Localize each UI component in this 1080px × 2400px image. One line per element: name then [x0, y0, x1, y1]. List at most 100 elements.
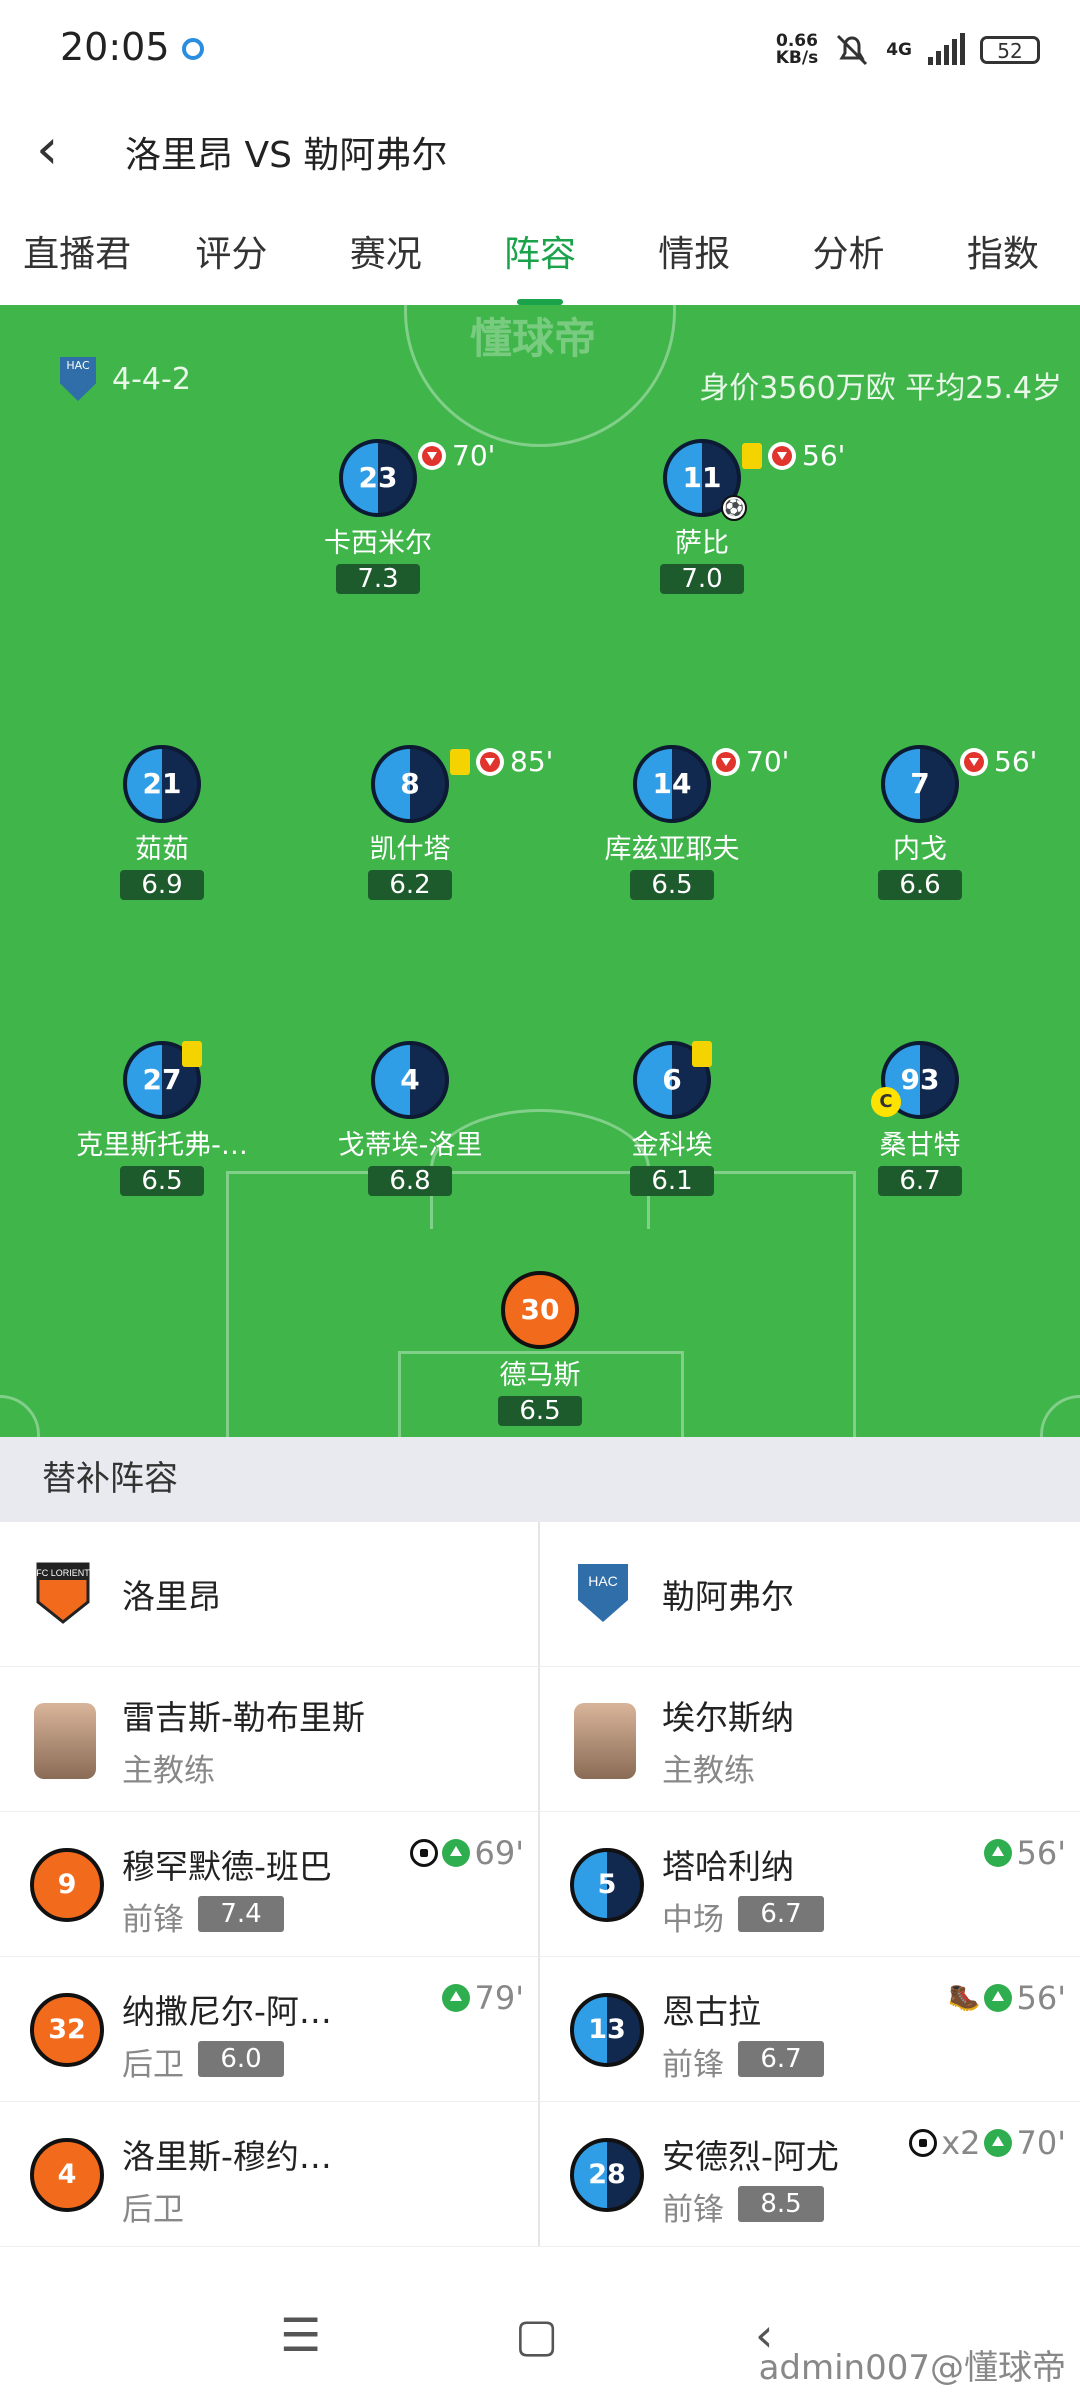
home-coach[interactable]: 雷吉斯-勒布里斯 主教练	[0, 1667, 540, 1811]
yellow-card-icon	[182, 1041, 202, 1067]
player-card[interactable]: 30 德马斯 6.5	[420, 1271, 660, 1426]
team-name: 勒阿弗尔	[662, 1577, 794, 1616]
lorient-logo-icon: FC LORIENT	[36, 1562, 90, 1624]
player-number-text: 93	[900, 1063, 940, 1096]
player-number-text: 23	[358, 461, 398, 494]
event-minute: 56'	[802, 439, 846, 472]
player-card[interactable]: 14 70' 库兹亚耶夫 6.5	[552, 745, 792, 900]
sub-player[interactable]: 4 洛里斯-穆约… 后卫	[0, 2102, 540, 2246]
sub-player[interactable]: 5 塔哈利纳 中场 6.7 56'	[540, 1812, 1080, 1956]
player-number: 4	[371, 1041, 449, 1119]
sub-out-icon	[476, 747, 504, 776]
player-number-text: 7	[910, 767, 930, 800]
player-number-text: 21	[142, 767, 182, 800]
goal-count: x2	[941, 2124, 981, 2162]
coach-role: 主教练	[122, 1753, 215, 1789]
player-card[interactable]: 27 克里斯托弗-… 6.5	[42, 1041, 282, 1196]
sub-position: 后卫	[122, 2047, 184, 2083]
tab-analysis[interactable]: 分析	[771, 205, 925, 305]
player-name: 茹茹	[135, 834, 189, 865]
sub-player[interactable]: 13 恩古拉 前锋 6.7 🥾 56'	[540, 1957, 1080, 2101]
player-name: 桑甘特	[879, 1130, 961, 1161]
coach-avatar	[574, 1703, 636, 1779]
tab-bar: 直播君 评分 赛况 阵容 情报 分析 指数	[0, 205, 1080, 305]
corner-arc-left	[0, 1395, 40, 1437]
player-card[interactable]: 4 戈蒂埃-洛里 6.8	[290, 1041, 530, 1196]
player-rating: 6.7	[878, 1166, 962, 1196]
sub-minute: 79'	[474, 1979, 524, 2017]
away-team[interactable]: HAC 勒阿弗尔	[540, 1522, 1080, 1666]
player-name: 戈蒂埃-洛里	[337, 1130, 483, 1161]
sub-rating: 6.7	[738, 2041, 824, 2077]
sub-minute: 56'	[1016, 1979, 1066, 2017]
home-team[interactable]: FC LORIENT 洛里昂	[0, 1522, 540, 1666]
player-card[interactable]: 6 金科埃 6.1	[552, 1041, 792, 1196]
sub-in-icon	[984, 1984, 1013, 2012]
player-number-text: 6	[662, 1063, 682, 1096]
sub-minute: 56'	[1016, 1834, 1066, 1872]
tab-live[interactable]: 直播君	[0, 205, 154, 305]
corner-arc-right	[1040, 1395, 1080, 1437]
sub-name: 洛里斯-穆约…	[122, 2137, 332, 2176]
sub-name: 纳撒尼尔-阿…	[122, 1992, 332, 2031]
net-speed-unit: KB/s	[775, 48, 819, 68]
sub-name: 安德烈-阿尤	[662, 2137, 839, 2176]
tab-rating[interactable]: 评分	[154, 205, 308, 305]
player-card[interactable]: 11 ⚽ 56' 萨比 7.0	[582, 439, 845, 594]
sub-rating: 8.5	[738, 2186, 824, 2222]
goal-ball-icon: ⚽	[721, 495, 747, 521]
sub-name: 恩古拉	[662, 1992, 761, 2031]
player-rating: 6.5	[630, 870, 714, 900]
player-card[interactable]: 93 C 桑甘特 6.7	[800, 1041, 1040, 1196]
sub-player[interactable]: 28 安德烈-阿尤 前锋 8.5 x2 70'	[540, 2102, 1080, 2246]
player-rating: 6.1	[630, 1166, 714, 1196]
sub-out-icon	[960, 747, 988, 776]
battery-icon: 52	[980, 36, 1040, 64]
sub-position: 中场	[662, 1902, 724, 1938]
sub-player[interactable]: 32 纳撒尼尔-阿… 后卫 6.0 79'	[0, 1957, 540, 2101]
sub-minute: 69'	[474, 1834, 524, 1872]
sub-out-icon	[712, 747, 740, 776]
player-rating: 7.0	[660, 564, 744, 594]
player-number: 30	[501, 1271, 579, 1349]
player-number-text: 4	[400, 1063, 420, 1096]
tab-intel[interactable]: 情报	[617, 205, 771, 305]
sub-player[interactable]: 9 穆罕默德-班巴 前锋 7.4 69'	[0, 1812, 540, 1956]
back-button[interactable]: ‹	[36, 122, 58, 178]
sub-number: 13	[570, 1993, 644, 2067]
user-watermark: admin007@懂球帝	[758, 2348, 1066, 2388]
player-name: 内戈	[893, 834, 947, 865]
sub-event: 79'	[442, 1979, 524, 2017]
player-card[interactable]: 8 85' 凯什塔 6.2	[290, 745, 553, 900]
player-card[interactable]: 7 56' 内戈 6.6	[800, 745, 1040, 900]
lineup-pitch: 懂球帝 HAC 4-4-2 身价3560万欧 平均25.4岁 23 70' 卡西…	[0, 305, 1080, 1437]
tab-odds[interactable]: 指数	[926, 205, 1080, 305]
player-number-text: 14	[652, 767, 692, 800]
sub-position: 前锋	[662, 2192, 724, 2228]
away-coach[interactable]: 埃尔斯纳 主教练	[540, 1667, 1080, 1811]
tab-match-events[interactable]: 赛况	[309, 205, 463, 305]
player-card[interactable]: 21 茹茹 6.9	[42, 745, 282, 900]
home-icon[interactable]: ▢	[515, 2308, 558, 2362]
menu-icon[interactable]: ☰	[280, 2308, 321, 2362]
player-number: 14	[633, 745, 711, 823]
player-number: 21	[123, 745, 201, 823]
event-minute: 70'	[746, 745, 790, 778]
player-rating: 6.2	[368, 870, 452, 900]
player-number-text: 11	[682, 461, 722, 494]
player-number-text: 30	[520, 1293, 560, 1326]
player-card[interactable]: 23 70' 卡西米尔 7.3	[258, 439, 498, 594]
goal-icon	[909, 2129, 938, 2157]
sub-event: x2 70'	[909, 2124, 1066, 2162]
sub-row: 4 洛里斯-穆约… 后卫 28 安德烈-阿尤 前锋 8.5 x2 70'	[0, 2102, 1080, 2247]
team-name: 洛里昂	[122, 1577, 221, 1616]
sub-name: 塔哈利纳	[662, 1847, 794, 1886]
tab-lineup[interactable]: 阵容	[463, 205, 617, 305]
yellow-card-icon	[742, 442, 762, 469]
coach-name: 埃尔斯纳	[662, 1698, 794, 1737]
signal-label: 4G	[886, 39, 912, 60]
player-rating: 7.3	[336, 564, 420, 594]
sub-in-icon	[984, 1839, 1013, 1867]
sub-in-icon	[442, 1839, 471, 1867]
status-icons: 0.66 KB/s 4G 52	[776, 30, 1040, 70]
